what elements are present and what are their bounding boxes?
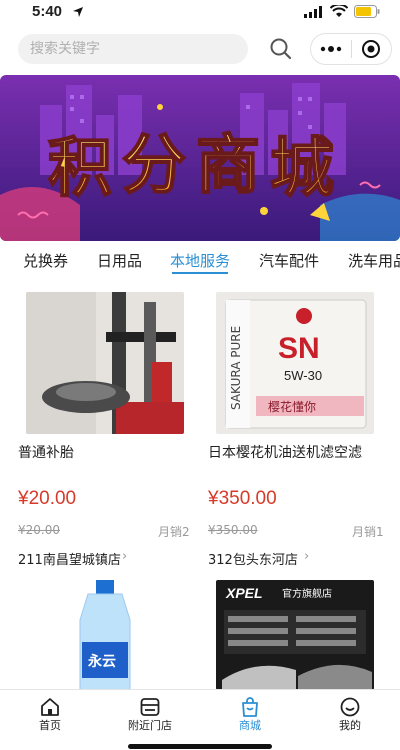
product-image[interactable]: 永云 (26, 580, 184, 690)
tab-daily-goods[interactable]: 日用品 (97, 250, 142, 271)
nav-home-label: 首页 (39, 719, 61, 732)
product-name: 日本樱花机油送机滤空滤 (208, 445, 362, 461)
search-icon[interactable] (268, 36, 294, 62)
product-image[interactable]: SAKURA PURE SN 5W-30 樱花懂你 (216, 292, 374, 434)
home-icon (41, 698, 59, 716)
search-input[interactable]: 搜索关键字 (18, 34, 248, 64)
tab-vouchers[interactable]: 兑换券 (23, 250, 68, 271)
home-indicator (128, 744, 272, 749)
oil-grade-label: 5W-30 (284, 368, 322, 383)
banner[interactable]: 积 分 商 城 (0, 75, 400, 241)
status-bar: 5:40 (0, 0, 400, 26)
signal-icon (304, 5, 322, 18)
banner-title-char-4: 城 (270, 132, 334, 206)
banner-title-char-3: 商 (196, 129, 260, 203)
banner-title-char-1: 积 (48, 132, 112, 206)
nav-home[interactable]: 首页 (0, 690, 100, 735)
product-image[interactable] (26, 292, 184, 434)
product-card[interactable]: 永云 (18, 580, 204, 690)
banner-title-char-2: 分 (122, 129, 186, 203)
search-row: 搜索关键字 (0, 30, 400, 70)
category-tabs: 兑换券 日用品 本地服务 汽车配件 洗车用品 (0, 244, 400, 282)
active-tab-indicator (172, 272, 228, 274)
product-image[interactable]: XPEL 官方旗舰店 (216, 580, 374, 690)
product-card[interactable]: SAKURA PURE SN 5W-30 樱花懂你 日本樱花机油送机滤空滤 ¥3… (208, 292, 394, 572)
tab-car-wash[interactable]: 洗车用品 (348, 250, 400, 271)
drink-brand-label: 永云 (87, 653, 116, 670)
location-arrow-icon (73, 7, 83, 17)
nav-nearby-stores[interactable]: 附近门店 (100, 690, 200, 735)
oil-cn-label: 樱花懂你 (268, 399, 316, 414)
product-card[interactable]: 普通补胎 ¥20.00 ¥20.00 月销2 211南昌望城镇店 › (18, 292, 204, 572)
chevron-right-icon: › (304, 549, 310, 564)
xpel-subtitle-label: 官方旗舰店 (282, 587, 332, 600)
xpel-brand-label: XPEL (225, 585, 263, 601)
mini-program-capsule (310, 33, 392, 65)
oil-brand-label: SN (278, 332, 320, 365)
oil-vertical-label: SAKURA PURE (229, 326, 243, 410)
sports-drink-photo: 永云 (26, 580, 184, 690)
chevron-right-icon: › (122, 549, 128, 564)
bottom-nav: 首页 附近门店 商城 我的 (0, 689, 400, 750)
tire-machine-photo (26, 292, 184, 434)
wifi-icon (330, 5, 348, 17)
store-icon (140, 698, 160, 716)
nav-profile-label: 我的 (339, 719, 361, 732)
product-store[interactable]: 211南昌望城镇店 (18, 549, 121, 568)
nav-nearby-stores-label: 附近门店 (128, 719, 172, 732)
close-target-icon (362, 40, 381, 58)
battery-icon (354, 5, 380, 18)
product-original-price: ¥20.00 (18, 523, 60, 537)
smile-user-icon (340, 697, 360, 717)
product-price: ¥350.00 (208, 488, 277, 509)
nav-mall-label: 商城 (239, 719, 261, 732)
product-original-price: ¥350.00 (208, 523, 258, 537)
product-card[interactable]: XPEL 官方旗舰店 (208, 580, 394, 690)
nav-profile[interactable]: 我的 (300, 690, 400, 735)
product-name: 普通补胎 (18, 445, 74, 461)
banner-graphic: 积 分 商 城 (0, 75, 400, 241)
motor-oil-photo: SAKURA PURE SN 5W-30 樱花懂你 (216, 292, 374, 434)
tab-local-service[interactable]: 本地服务 (170, 250, 230, 271)
tab-car-parts[interactable]: 汽车配件 (259, 250, 319, 271)
xpel-film-photo: XPEL 官方旗舰店 (216, 580, 374, 690)
status-time: 5:40 (32, 3, 63, 20)
close-button[interactable] (351, 34, 391, 64)
product-sales: 月销1 (352, 525, 384, 539)
more-button[interactable] (311, 34, 351, 64)
shopping-bag-icon (242, 697, 258, 717)
product-price: ¥20.00 (18, 488, 77, 509)
product-sales: 月销2 (158, 525, 190, 539)
product-store[interactable]: 312包头东河店 (208, 549, 298, 568)
nav-mall[interactable]: 商城 (200, 690, 300, 735)
more-dots-icon (320, 46, 341, 52)
